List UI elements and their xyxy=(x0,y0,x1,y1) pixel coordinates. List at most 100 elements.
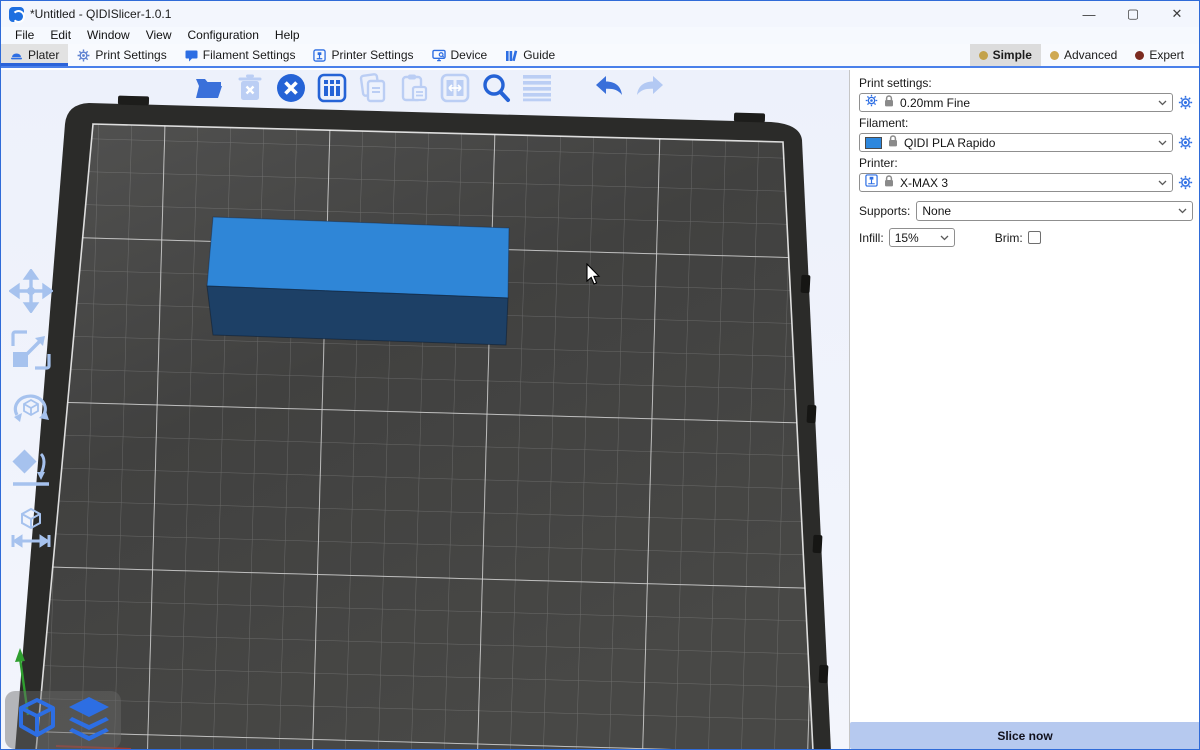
bed-clip xyxy=(118,96,149,106)
infill-label: Infill: xyxy=(859,231,884,245)
edit-printer-gear-icon[interactable] xyxy=(1178,175,1193,190)
supports-value: None xyxy=(922,204,951,218)
print-settings-select[interactable]: 0.20mm Fine xyxy=(859,93,1173,112)
redo-button[interactable] xyxy=(634,72,666,104)
tab-printer-settings[interactable]: Printer Settings xyxy=(304,44,422,66)
tab-plater[interactable]: Plater xyxy=(1,44,68,66)
device-monitor-icon xyxy=(432,49,446,62)
mode-expert[interactable]: Expert xyxy=(1126,44,1193,66)
maximize-button[interactable]: ▢ xyxy=(1111,1,1155,27)
mode-advanced[interactable]: Advanced xyxy=(1041,44,1126,66)
minimize-button[interactable]: — xyxy=(1067,1,1111,27)
bed-clip xyxy=(734,113,765,123)
3d-editor-view-icon[interactable] xyxy=(14,695,60,746)
edit-print-settings-gear-icon[interactable] xyxy=(1178,95,1193,110)
move-gizmo-button[interactable] xyxy=(7,268,55,314)
filament-select[interactable]: QIDI PLA Rapido xyxy=(859,133,1173,152)
tab-filament-settings[interactable]: Filament Settings xyxy=(176,44,305,66)
arrange-button[interactable] xyxy=(316,72,348,104)
plater-icon xyxy=(10,49,23,62)
supports-label: Supports: xyxy=(859,204,910,218)
printer-value: X-MAX 3 xyxy=(900,176,948,190)
menu-edit[interactable]: Edit xyxy=(42,27,79,44)
app-logo-icon xyxy=(9,7,24,22)
gizmo-toolbar xyxy=(7,268,55,550)
chevron-down-icon xyxy=(1158,140,1167,146)
mode-switcher: Simple Advanced Expert xyxy=(970,44,1199,66)
menu-view[interactable]: View xyxy=(138,27,180,44)
menu-configuration[interactable]: Configuration xyxy=(180,27,267,44)
brim-checkbox[interactable] xyxy=(1028,231,1041,244)
lock-icon xyxy=(884,174,894,192)
slice-now-button[interactable]: Slice now xyxy=(850,722,1200,749)
advanced-mode-dot-icon xyxy=(1050,51,1059,60)
filament-icon xyxy=(185,49,198,62)
delete-all-button[interactable] xyxy=(275,72,307,104)
split-objects-button[interactable] xyxy=(439,72,471,104)
filament-label: Filament: xyxy=(859,116,1193,130)
copy-button[interactable] xyxy=(357,72,389,104)
printer-icon xyxy=(313,49,326,62)
app-window: *Untitled - QIDISlicer-1.0.1 — ▢ ✕ File … xyxy=(0,0,1200,750)
open-folder-button[interactable] xyxy=(193,72,225,104)
place-on-face-gizmo-button[interactable] xyxy=(7,445,55,491)
tab-bar: Plater Print Settings Filament Settings … xyxy=(1,44,1199,68)
preview-layers-view-icon[interactable] xyxy=(65,695,113,746)
chevron-down-icon xyxy=(1178,208,1187,214)
print-settings-label: Print settings: xyxy=(859,76,1193,90)
printer-label: Printer: xyxy=(859,156,1193,170)
plater-toolbar xyxy=(193,72,666,104)
scale-gizmo-button[interactable] xyxy=(7,327,55,373)
menu-bar: File Edit Window View Configuration Help xyxy=(1,27,1199,44)
view-toggle xyxy=(5,691,121,749)
menu-window[interactable]: Window xyxy=(79,27,138,44)
gear-icon xyxy=(865,94,878,112)
measure-gizmo-button[interactable] xyxy=(7,504,55,550)
tab-guide[interactable]: Guide xyxy=(496,44,564,66)
print-bed[interactable] xyxy=(1,70,849,750)
settings-sidebar: Print settings: 0.20mm Fine Filament: xyxy=(849,70,1200,750)
simple-mode-dot-icon xyxy=(979,51,988,60)
printer-select[interactable]: X-MAX 3 xyxy=(859,173,1173,192)
gear-icon xyxy=(77,49,90,62)
rotate-gizmo-button[interactable] xyxy=(7,386,55,432)
delete-button[interactable] xyxy=(234,72,266,104)
supports-select[interactable]: None xyxy=(916,201,1193,221)
3d-viewport[interactable] xyxy=(1,70,849,750)
paste-button[interactable] xyxy=(398,72,430,104)
tab-print-settings[interactable]: Print Settings xyxy=(68,44,175,66)
window-controls: — ▢ ✕ xyxy=(1067,1,1199,27)
bed-clip xyxy=(807,405,817,423)
chevron-down-icon xyxy=(1158,180,1167,186)
mode-simple[interactable]: Simple xyxy=(970,44,1041,66)
expert-mode-dot-icon xyxy=(1135,51,1144,60)
guide-books-icon xyxy=(505,49,518,62)
tab-device[interactable]: Device xyxy=(423,44,497,66)
bed-clip xyxy=(819,665,829,683)
bed-clip xyxy=(813,535,823,553)
menu-file[interactable]: File xyxy=(7,27,42,44)
infill-value: 15% xyxy=(895,231,919,245)
close-button[interactable]: ✕ xyxy=(1155,1,1199,27)
edit-filament-gear-icon[interactable] xyxy=(1178,135,1193,150)
lock-icon xyxy=(884,94,894,112)
variable-layer-height-button[interactable] xyxy=(521,72,553,104)
mouse-cursor xyxy=(586,263,602,292)
print-settings-value: 0.20mm Fine xyxy=(900,96,970,110)
brim-label: Brim: xyxy=(995,231,1023,245)
chevron-down-icon xyxy=(1158,100,1167,106)
window-title: *Untitled - QIDISlicer-1.0.1 xyxy=(30,7,171,21)
model-object[interactable] xyxy=(207,217,509,345)
bed-clip xyxy=(801,275,811,293)
chevron-down-icon xyxy=(940,235,949,241)
search-button[interactable] xyxy=(480,72,512,104)
undo-button[interactable] xyxy=(593,72,625,104)
filament-value: QIDI PLA Rapido xyxy=(904,136,995,150)
filament-color-swatch xyxy=(865,137,882,149)
printer-icon xyxy=(865,174,878,192)
lock-icon xyxy=(888,134,898,152)
bed-grid-surface[interactable] xyxy=(36,124,813,750)
menu-help[interactable]: Help xyxy=(267,27,308,44)
title-bar: *Untitled - QIDISlicer-1.0.1 — ▢ ✕ xyxy=(1,1,1199,27)
infill-select[interactable]: 15% xyxy=(889,228,955,247)
